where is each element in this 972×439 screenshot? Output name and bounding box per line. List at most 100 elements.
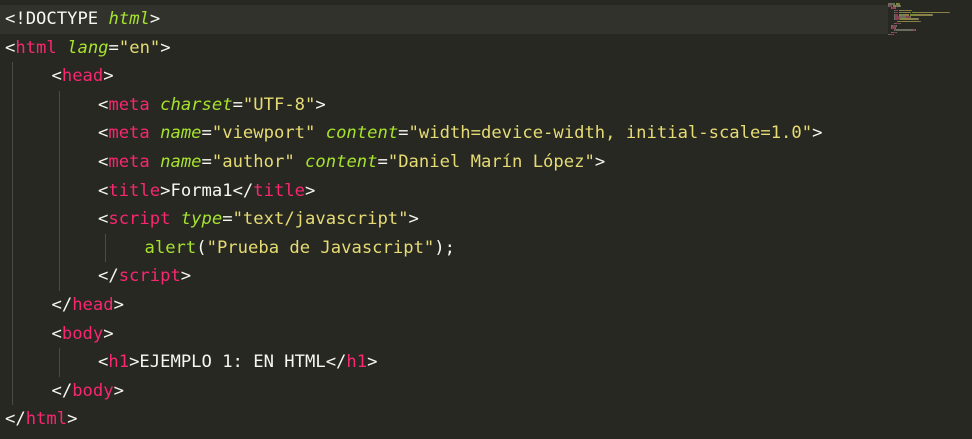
- indent-guide: [58, 119, 60, 148]
- code-line[interactable]: <!DOCTYPE html>: [0, 5, 888, 34]
- minimap-mark: [900, 22, 902, 25]
- token-punct: [98, 9, 108, 29]
- indent-guide: [12, 147, 13, 177]
- token-punct: =: [232, 94, 243, 115]
- token-str: "viewport": [211, 123, 316, 144]
- indent-guide: [12, 376, 13, 406]
- token-punct: </: [98, 266, 119, 287]
- token-punct: <: [98, 209, 109, 230]
- indent-guide: [58, 233, 60, 263]
- code-editor[interactable]: <!DOCTYPE html> <html lang="en"> <head> <me…: [0, 0, 972, 439]
- token-punct: <: [51, 66, 62, 87]
- indent-guide: [12, 62, 13, 91]
- token-punct: =: [201, 123, 212, 144]
- token-punct: (: [196, 237, 207, 258]
- token-tag: title: [253, 180, 306, 201]
- indent-guide: [12, 119, 13, 148]
- token-punct: [150, 95, 160, 115]
- code-line[interactable]: <title>Forma1</title>: [0, 176, 888, 206]
- token-punct: <: [98, 94, 109, 115]
- token-punct: >: [103, 66, 114, 87]
- token-attr: name: [160, 151, 202, 172]
- token-str: "width=device-width, initial-scale=1.0": [408, 123, 813, 144]
- token-tag: script: [108, 209, 171, 230]
- minimap[interactable]: [888, 0, 952, 50]
- indent-guide: [12, 262, 13, 291]
- token-tag: meta: [108, 123, 150, 144]
- code-lines[interactable]: <!DOCTYPE html> <html lang="en"> <head> <me…: [0, 5, 888, 434]
- token-tag: head: [72, 294, 114, 315]
- code-line[interactable]: </head>: [0, 290, 888, 320]
- code-line[interactable]: <head>: [0, 62, 888, 91]
- token-punct: =: [201, 151, 212, 172]
- token-punct: <: [5, 9, 16, 29]
- token-tag: body: [61, 323, 104, 344]
- token-attr: lang: [67, 37, 109, 58]
- token-tag: body: [72, 380, 114, 401]
- token-punct: >: [367, 352, 378, 373]
- code-line[interactable]: <body>: [0, 319, 888, 349]
- code-line[interactable]: alert("Prueba de Javascript");: [0, 233, 888, 263]
- token-text: Forma1: [170, 180, 233, 201]
- code-line[interactable]: <html lang="en">: [0, 34, 888, 63]
- indent-guide: [12, 90, 13, 120]
- token-str: "en": [118, 37, 161, 58]
- minimap-mark: [949, 11, 951, 14]
- indent-guide: [12, 290, 13, 320]
- token-punct: >: [180, 266, 192, 287]
- token-punct: >: [113, 380, 124, 401]
- code-line[interactable]: <script type="text/javascript">: [0, 205, 888, 234]
- token-str: "UTF-8": [242, 94, 316, 115]
- token-punct: <: [98, 352, 109, 373]
- token-punct: [315, 123, 325, 143]
- minimap-mark: [901, 20, 920, 23]
- token-punct: >: [160, 37, 171, 58]
- token-punct: >: [67, 409, 78, 430]
- token-tag: html: [15, 37, 57, 58]
- token-punct: =: [108, 37, 119, 58]
- indent-guide: [58, 176, 60, 206]
- code-line[interactable]: <meta charset="UTF-8">: [0, 90, 888, 120]
- token-text: EJEMPLO 1: EN HTML: [139, 352, 326, 373]
- indent-guide: [58, 348, 60, 377]
- token-attr: name: [160, 123, 202, 144]
- token-punct: </: [325, 352, 347, 373]
- code-line[interactable]: <meta name="author" content="Daniel Marí…: [0, 147, 888, 177]
- token-punct: >: [305, 180, 316, 201]
- token-punct: >: [103, 323, 114, 344]
- token-punct: [170, 209, 180, 229]
- token-punct: );: [434, 237, 455, 258]
- indent-guide: [58, 262, 60, 291]
- token-punct: [295, 152, 305, 172]
- indent-guide: [12, 319, 13, 349]
- indent-guide: [12, 348, 13, 377]
- minimap-mark: [914, 29, 916, 31]
- code-line[interactable]: </script>: [0, 262, 888, 291]
- token-punct: [57, 38, 67, 58]
- token-punct: =: [398, 123, 409, 144]
- token-tag: html: [25, 409, 68, 430]
- token-attr: type: [180, 209, 223, 230]
- token-punct: >: [315, 94, 326, 115]
- code-line[interactable]: </html>: [0, 405, 888, 434]
- token-doctype: !DOCTYPE: [15, 9, 99, 29]
- token-tag: title: [108, 180, 161, 201]
- token-tag: meta: [108, 94, 150, 115]
- indent-guide: [58, 205, 60, 234]
- token-attr: html: [108, 9, 150, 29]
- minimap-mark: [900, 5, 901, 7]
- token-punct: >: [113, 294, 124, 315]
- token-str: "author": [211, 151, 295, 172]
- minimap-mark: [892, 33, 894, 36]
- token-attr: content: [305, 151, 378, 172]
- code-line[interactable]: </body>: [0, 376, 888, 406]
- token-func: alert: [144, 237, 197, 258]
- code-line[interactable]: <meta name="viewport" content="width=dev…: [0, 119, 888, 148]
- token-punct: >: [149, 9, 161, 29]
- token-punct: >: [812, 123, 823, 144]
- code-line[interactable]: <h1>EJEMPLO 1: EN HTML</h1>: [0, 348, 888, 377]
- indent-guide: [58, 90, 60, 120]
- indent-guide: [12, 176, 13, 206]
- token-tag: h1: [346, 352, 368, 373]
- token-punct: <: [98, 123, 109, 144]
